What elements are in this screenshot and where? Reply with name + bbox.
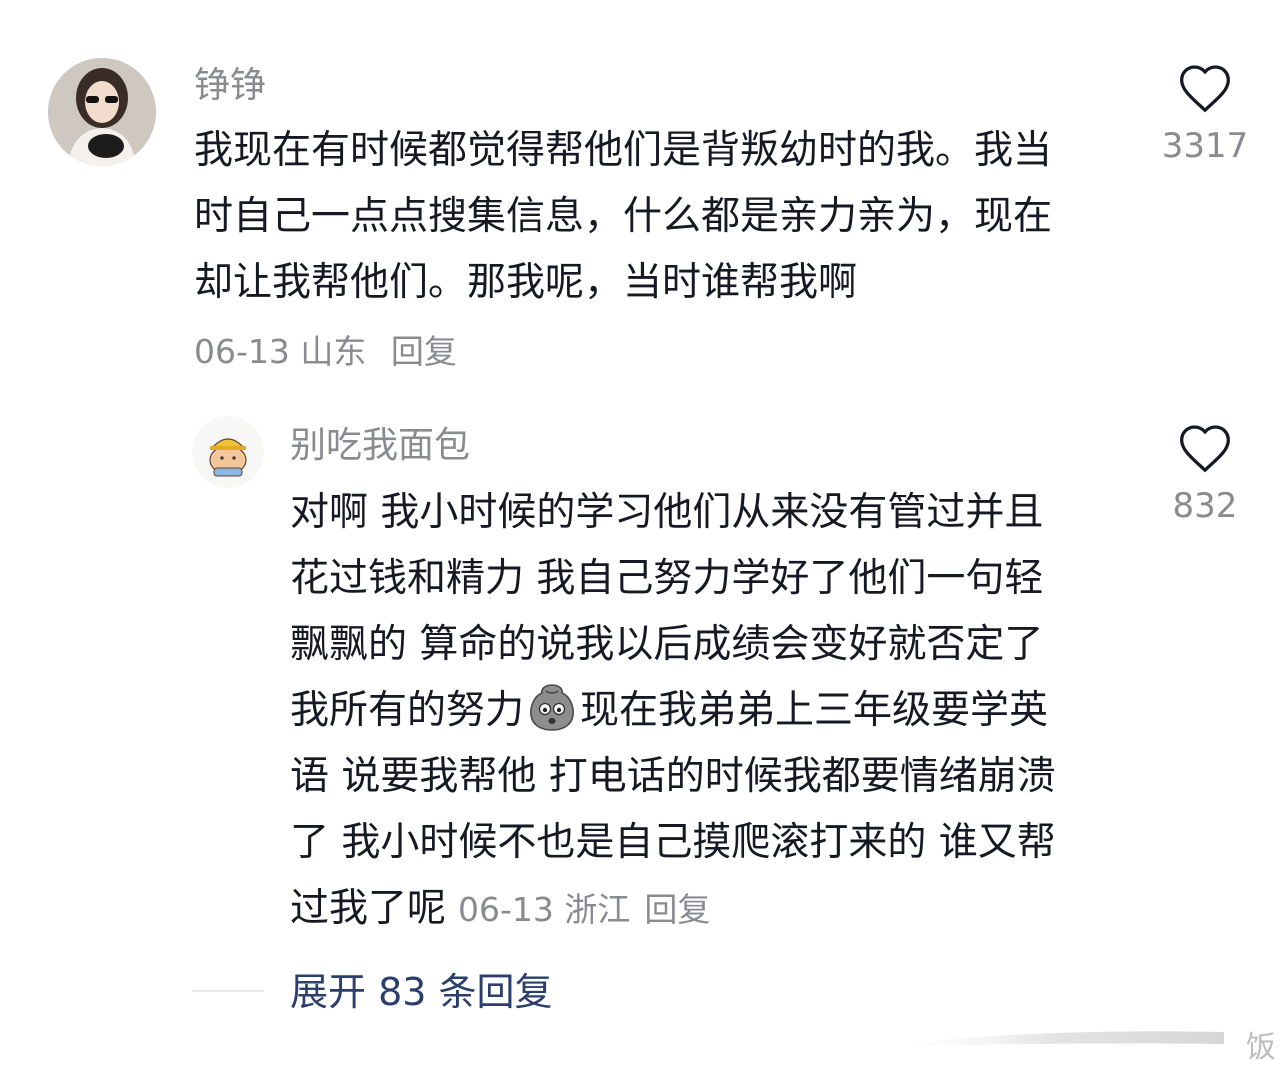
watermark: 饭 [864, 1018, 1284, 1065]
avatar-image [48, 58, 156, 166]
reply-button[interactable]: 回复 [644, 890, 710, 929]
reply-line: 飘飘的 算命的说我以后成绩会变好就否定了 [290, 622, 1044, 667]
watermark-text: 饭 [1246, 1030, 1276, 1065]
like-button[interactable]: 832 [1150, 422, 1260, 528]
sad-face-emoji-icon [530, 684, 574, 731]
comment-username[interactable]: 铮铮 [194, 62, 266, 110]
reply-location: 浙江 [564, 890, 631, 929]
reply-text: 对啊 我小时候的学习他们从来没有管过并且 花过钱和精力 我自己努力学好了他们一句… [290, 480, 1130, 942]
reply-line: 花过钱和精力 我自己努力学好了他们一句轻 [290, 556, 1044, 601]
reply-text-segment: 过我了呢 [290, 886, 447, 931]
reply-button[interactable]: 回复 [391, 332, 457, 371]
reply-line: 过我了呢 06-13 浙江 回复 [290, 876, 1130, 942]
reply-username[interactable]: 别吃我面包 [290, 422, 470, 470]
reply-line: 对啊 我小时候的学习他们从来没有管过并且 [290, 490, 1044, 535]
like-count: 832 [1172, 486, 1238, 526]
avatar[interactable] [48, 58, 156, 166]
comment-line: 却让我帮他们。那我呢，当时谁帮我啊 [194, 260, 858, 305]
comment-location: 山东 [300, 332, 367, 371]
expand-replies-button[interactable]: 展开 83 条回复 [290, 966, 553, 1018]
reply-text-segment: 现在我弟弟上三年级要学英 [580, 688, 1049, 733]
divider [192, 990, 264, 992]
reply-line: 我所有的努力 现在我弟弟上三年级要学英 [290, 678, 1130, 744]
reply-line: 了 我小时候不也是自己摸爬滚打来的 谁又帮 [290, 820, 1056, 865]
comment-line: 时自己一点点搜集信息，什么都是亲力亲为，现在 [194, 194, 1053, 239]
heart-icon [1180, 425, 1230, 473]
reply-avatar[interactable] [192, 416, 264, 488]
like-button[interactable]: 3317 [1150, 62, 1260, 168]
cartoon-avatar-image [192, 416, 264, 488]
comment-text: 我现在有时候都觉得帮他们是背叛幼时的我。我当 时自己一点点搜集信息，什么都是亲力… [194, 118, 1124, 316]
comment-meta: 06-13 山东 回复 [194, 330, 457, 374]
watermark-swoosh [874, 1031, 1224, 1048]
reply-line: 语 说要我帮他 打电话的时候我都要情绪崩溃 [290, 754, 1056, 799]
heart-icon [1180, 65, 1230, 113]
reply-meta: 06-13 浙江 回复 [458, 890, 710, 929]
comment-date: 06-13 [194, 332, 290, 371]
comment-line: 我现在有时候都觉得帮他们是背叛幼时的我。我当 [194, 128, 1053, 173]
reply-text-segment: 我所有的努力 [290, 688, 525, 733]
reply-date: 06-13 [458, 890, 554, 929]
like-count: 3317 [1161, 126, 1249, 166]
